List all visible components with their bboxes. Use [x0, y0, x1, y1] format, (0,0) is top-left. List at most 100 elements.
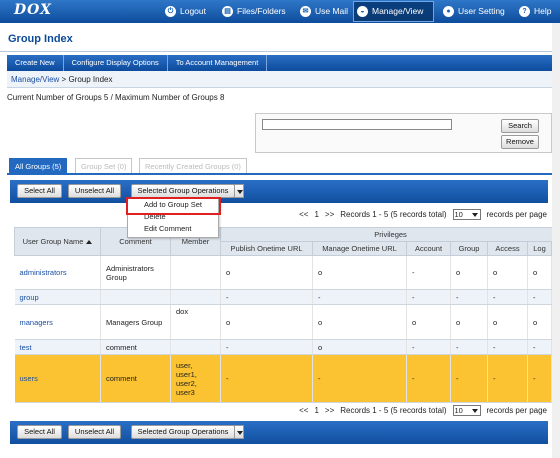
privileges-header: Privileges [219, 227, 560, 242]
top-nav: DOX ⏻ Logout ▤ Files/Folders ✉ Use Mail ◒ Ma… [0, 0, 560, 23]
table-cell: - [527, 339, 552, 355]
breadcrumb: Manage/View > Group Index [7, 71, 552, 88]
column-header: Group [450, 241, 488, 256]
chevron-down-icon[interactable] [234, 184, 244, 198]
unselect-all-button[interactable]: Unselect All [68, 425, 121, 439]
column-header: Publish Onetime URL [220, 241, 313, 256]
group-name-link[interactable]: group [14, 289, 101, 305]
breadcrumb-manage-view[interactable]: Manage/View [11, 75, 59, 84]
page-number[interactable]: 1 [314, 210, 318, 219]
column-label: User Group Name [22, 237, 84, 246]
nav-manage-view[interactable]: ◒ Manage/View [353, 1, 434, 22]
nav-logout[interactable]: ⏻ Logout [165, 0, 206, 23]
next-page-link[interactable]: >> [325, 210, 334, 219]
nav-files-folders[interactable]: ▤ Files/Folders [222, 0, 286, 23]
tab-all-groups[interactable]: All Groups (5) [9, 158, 68, 173]
table-cell: o [487, 255, 528, 290]
table-cell [170, 255, 221, 290]
group-name-link[interactable]: users [14, 354, 101, 403]
action-bar-bottom: Select All Unselect All Selected Group O… [10, 421, 548, 444]
group-name-link[interactable]: test [14, 339, 101, 355]
table-cell: o [220, 255, 313, 290]
account-management-link[interactable]: To Account Management [168, 55, 268, 71]
nav-label: User Setting [458, 6, 505, 16]
app-logo: DOX [14, 2, 52, 18]
table-row[interactable]: test comment - o - - - - - [14, 339, 560, 355]
group-name-link[interactable]: managers [14, 304, 101, 340]
table-cell: Administrators Group [100, 255, 171, 290]
command-menu: Create New Configure Display Options To … [7, 55, 552, 71]
tab-recently-created[interactable]: Recently Created Groups (0) [139, 158, 247, 173]
table-cell: o [312, 304, 407, 340]
user-icon: ● [443, 6, 454, 17]
search-button[interactable]: Search [501, 119, 539, 133]
table-cell: - [487, 289, 528, 305]
configure-display-link[interactable]: Configure Display Options [64, 55, 168, 71]
records-summary: Records 1 - 5 (5 records total) [340, 209, 447, 219]
table-row[interactable]: managers Managers Group dox o o o o o o … [14, 304, 560, 340]
help-icon: ? [519, 6, 530, 17]
remove-button[interactable]: Remove [501, 135, 539, 149]
nav-label: Files/Folders [237, 6, 286, 16]
tab-group-set[interactable]: Group Set (0) [75, 158, 133, 173]
create-new-link[interactable]: Create New [7, 55, 64, 71]
group-operations-select[interactable]: Selected Group Operations [131, 184, 235, 198]
vertical-scrollbar[interactable] [552, 23, 560, 458]
table-cell: - [450, 354, 488, 403]
table-row[interactable]: administrators Administrators Group o o … [14, 255, 560, 290]
chevron-down-icon[interactable] [234, 425, 244, 439]
per-page-select[interactable]: 10 [452, 404, 481, 416]
records-summary: Records 1 - 5 (5 records total) [340, 405, 447, 415]
breadcrumb-current: Group Index [68, 75, 113, 84]
table-cell [100, 289, 171, 305]
table-cell: - [487, 339, 528, 355]
search-input[interactable] [262, 119, 452, 130]
table-cell: o [527, 255, 552, 290]
group-operations-select[interactable]: Selected Group Operations [131, 425, 235, 439]
table-cell: o [312, 339, 407, 355]
table-cell: o [487, 304, 528, 340]
table-cell: - [487, 354, 528, 403]
table-cell: o [312, 255, 407, 290]
prev-page-link[interactable]: << [299, 210, 308, 219]
table-cell: o [220, 304, 313, 340]
folders-icon: ▤ [222, 6, 233, 17]
next-page-link[interactable]: >> [325, 406, 334, 415]
group-name-link[interactable]: administrators [14, 255, 101, 290]
nav-label: Logout [180, 6, 206, 16]
per-page-label: records per page [486, 405, 547, 415]
table-cell: comment [100, 339, 171, 355]
nav-help[interactable]: ? Help [519, 0, 551, 23]
sort-ascending-icon [86, 240, 93, 245]
per-page-select[interactable]: 10 [452, 208, 481, 220]
prev-page-link[interactable]: << [299, 406, 308, 415]
menu-edit-comment[interactable]: Edit Comment [128, 223, 218, 235]
select-all-button[interactable]: Select All [17, 425, 62, 439]
table-cell: Managers Group [100, 304, 171, 340]
title-divider [0, 51, 560, 52]
page-number[interactable]: 1 [314, 406, 318, 415]
table-cell: o [527, 304, 552, 340]
nav-user-setting[interactable]: ● User Setting [443, 0, 505, 23]
column-header: Account [406, 241, 451, 256]
unselect-all-button[interactable]: Unselect All [68, 184, 121, 198]
page-title: Group Index [8, 33, 73, 45]
table-cell: comment [100, 354, 171, 403]
column-header[interactable]: User Group Name [14, 227, 101, 256]
select-all-button[interactable]: Select All [17, 184, 62, 198]
table-cell: user, user1, user2, user3 [170, 354, 221, 403]
table-cell: - [220, 339, 313, 355]
per-page-label: records per page [486, 209, 547, 219]
pager-bottom: << 1 >> Records 1 - 5 (5 records total) … [299, 403, 547, 417]
table-row[interactable]: group - - - - - - - [14, 289, 560, 305]
table-cell: - [450, 289, 488, 305]
table-cell: - [312, 354, 407, 403]
table-cell: - [527, 289, 552, 305]
group-table: User Group Name Comment Member Privilege… [14, 227, 560, 403]
nav-label: Use Mail [315, 6, 349, 16]
search-panel: Search Remove [255, 113, 552, 153]
nav-use-mail[interactable]: ✉ Use Mail [300, 0, 348, 23]
table-cell: o [450, 255, 488, 290]
table-row[interactable]: users comment user, user1, user2, user3 … [14, 354, 560, 403]
table-cell: - [406, 354, 451, 403]
